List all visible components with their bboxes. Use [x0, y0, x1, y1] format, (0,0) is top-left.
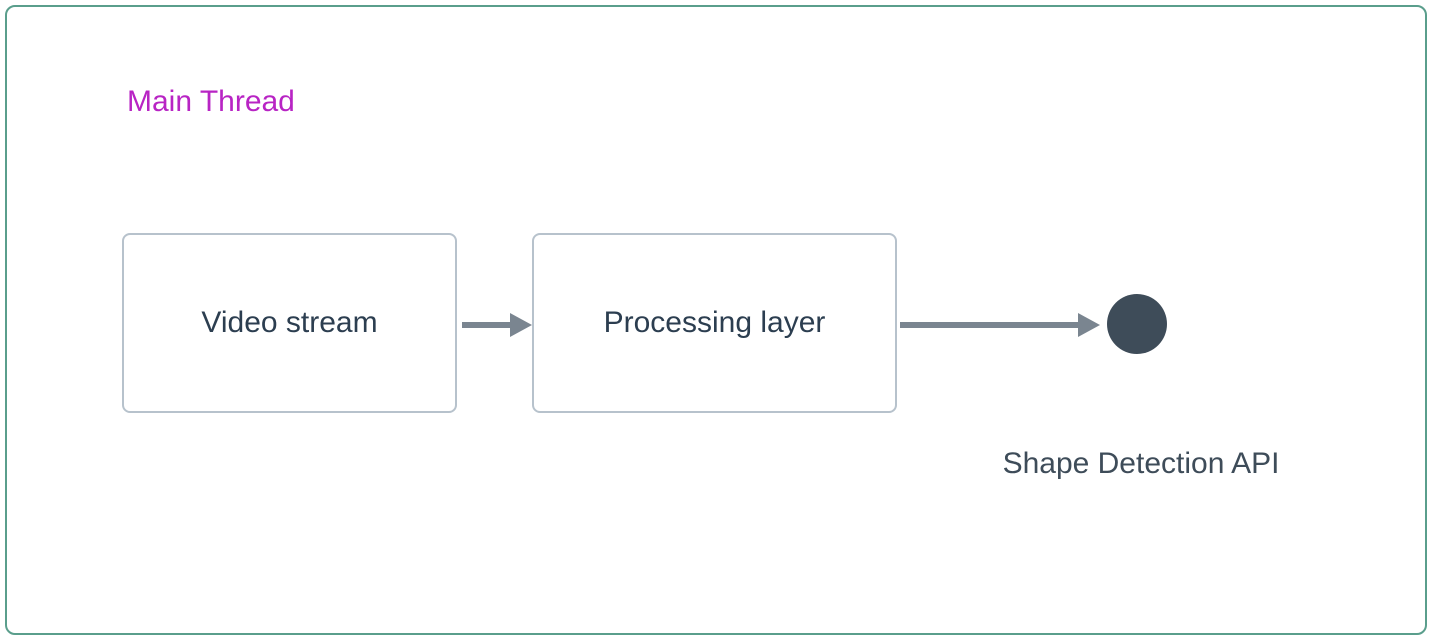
processing-layer-node: Processing layer [532, 233, 897, 413]
processing-layer-label: Processing layer [604, 306, 826, 340]
arrow-2 [900, 313, 1100, 337]
video-stream-label: Video stream [201, 306, 377, 340]
main-thread-frame: Main Thread Video stream Processing laye… [5, 5, 1427, 635]
shape-detection-label: Shape Detection API [996, 447, 1286, 481]
arrow-1 [462, 313, 532, 337]
video-stream-node: Video stream [122, 233, 457, 413]
thread-label: Main Thread [127, 85, 295, 119]
shape-detection-node [1107, 294, 1167, 354]
